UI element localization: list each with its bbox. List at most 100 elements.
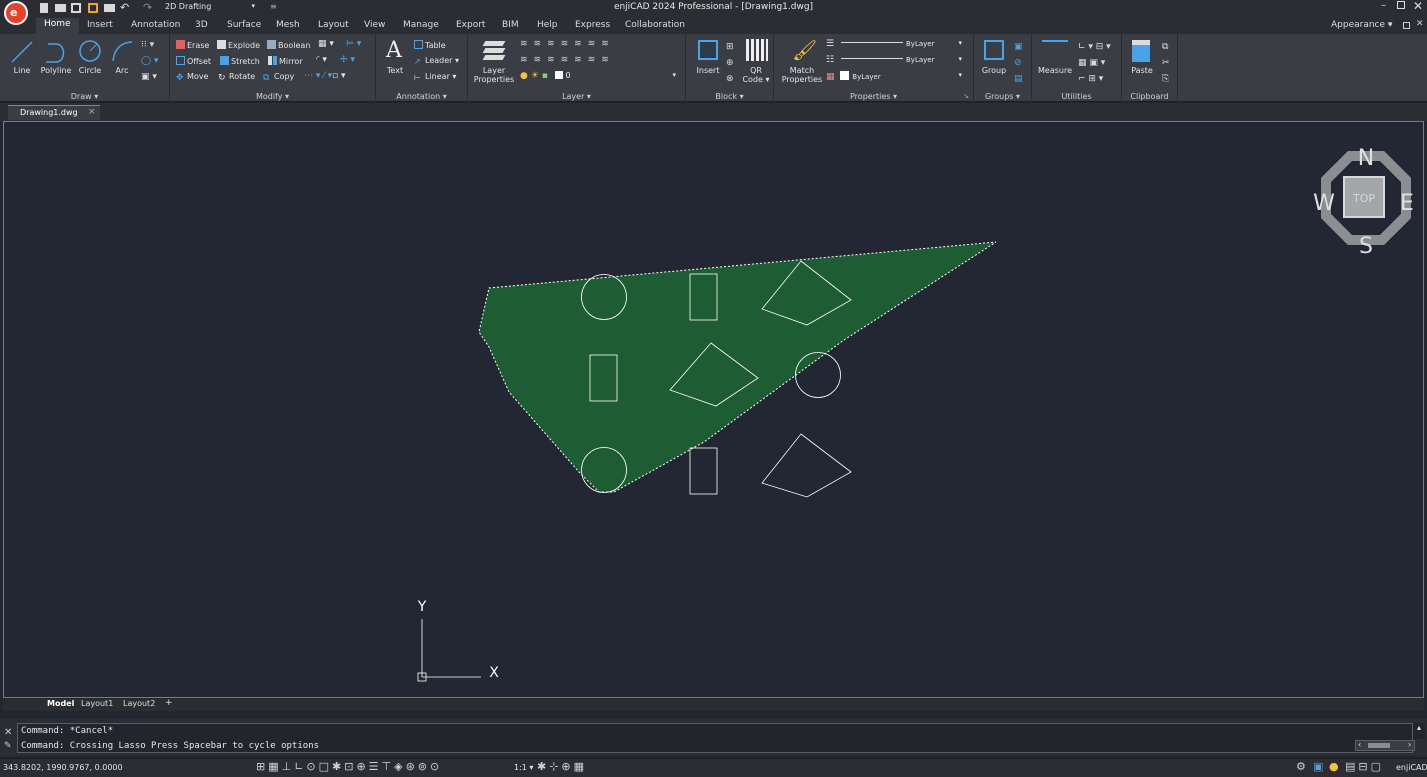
annotation-toggles[interactable]: ✱⊹⊕▦ (537, 760, 587, 773)
lock-ui-icon[interactable]: ▣ (1313, 760, 1323, 773)
horizontal-scrollbar[interactable]: ‹ › (1355, 740, 1415, 751)
scroll-thumb[interactable] (1368, 743, 1390, 748)
tab-layout[interactable]: Layout (318, 20, 349, 30)
panel-title-clipboard[interactable]: Clipboard (1122, 92, 1177, 101)
explode-button[interactable]: Explode (217, 40, 260, 50)
qr-code-button[interactable]: QR Code ▾ (742, 66, 770, 84)
hatch-icon[interactable]: ⁝⁝ ▾ (141, 40, 154, 50)
layer-properties-button[interactable]: Layer Properties (472, 66, 516, 84)
panel-title-properties[interactable]: Properties ▾ (774, 92, 973, 101)
doc-tab-drawing1[interactable]: Drawing1.dwg × (8, 105, 100, 120)
tab-view[interactable]: View (364, 20, 385, 30)
tab-collaboration[interactable]: Collaboration (625, 20, 685, 30)
leader-button[interactable]: ↗ Leader ▾ (414, 56, 459, 66)
scroll-right-icon[interactable]: › (1408, 740, 1411, 749)
trim-icon[interactable]: ✢ ▾ (340, 55, 355, 65)
array-icon[interactable]: ▦ ▾ (318, 39, 334, 49)
align-icon[interactable]: ⊨ ▾ (346, 39, 361, 49)
quad-entity-3[interactable] (761, 433, 852, 498)
panel-title-utilities[interactable]: Utilities (1032, 92, 1121, 101)
scroll-left-icon[interactable]: ‹ (1358, 740, 1361, 749)
layer-tools-row-1[interactable]: ≋≋≋≋≋≋≋ (520, 39, 615, 49)
utility-tools[interactable]: ∟ ▾ ⊟ ▾ ▦ ▣ ▾ ⌐ ⊞ ▾ (1078, 39, 1111, 87)
panel-title-layer[interactable]: Layer ▾ (468, 92, 685, 101)
linetype-dropdown[interactable]: ☰ ByLayer ▾ (826, 39, 966, 51)
close-icon[interactable]: ✕ (4, 727, 12, 738)
clipboard-tools[interactable]: ⧉ ✂ ⎘ (1162, 39, 1170, 87)
scale-icon[interactable]: ⋯ ▾ ⁄ ▾ (304, 71, 332, 81)
tab-express[interactable]: Express (575, 20, 610, 30)
circle-entity-2[interactable] (795, 352, 841, 398)
panel-title-block[interactable]: Block ▾ (686, 92, 773, 101)
close-doc-icon[interactable]: ✕ (1416, 19, 1424, 29)
command-history[interactable]: Command: *Cancel* Command: Crossing Lass… (17, 723, 1413, 753)
tab-manage[interactable]: Manage (403, 20, 439, 30)
compass-south[interactable]: S (1359, 234, 1373, 259)
panel-title-annotation[interactable]: Annotation ▾ (376, 92, 467, 101)
tab-help[interactable]: Help (537, 20, 558, 30)
boolean-button[interactable]: Boolean (267, 40, 310, 50)
close-button[interactable]: ✕ (1413, 0, 1423, 13)
tab-model[interactable]: Model (47, 699, 74, 708)
rectangle-icon[interactable]: ▣ ▾ (141, 72, 157, 82)
arc-button[interactable]: Arc (108, 66, 136, 75)
ellipse-icon[interactable]: ◯ ▾ (141, 56, 158, 66)
line-button[interactable]: Line (6, 66, 38, 75)
measure-button[interactable]: Measure (1036, 66, 1074, 75)
minimize-button[interactable]: – (1381, 0, 1386, 11)
tab-surface[interactable]: Surface (227, 20, 261, 30)
rect-entity-3[interactable] (689, 447, 718, 495)
add-layout-button[interactable]: + (165, 698, 173, 708)
linear-button[interactable]: ⊢ Linear ▾ (414, 72, 456, 82)
stretch-button[interactable]: Stretch (220, 56, 260, 66)
minimize-ribbon-icon[interactable]: – (1388, 20, 1393, 30)
compass-north[interactable]: N (1358, 146, 1374, 171)
tab-layout2[interactable]: Layout2 (123, 699, 155, 708)
panel-title-groups[interactable]: Groups ▾ (974, 92, 1031, 101)
appearance-dropdown[interactable]: Appearance ▾ (1331, 20, 1392, 30)
group-tools[interactable]: ▣ ⊘ ▤ (1014, 39, 1023, 87)
insert-button[interactable]: Insert (692, 66, 724, 75)
color-dropdown[interactable]: ▦ ByLayer ▾ (826, 71, 966, 83)
drafting-toggles[interactable]: ⊞▦⊥∟⊙□✱⊡⊕☰⊤◈⊛⊚⊙ (256, 760, 442, 773)
annotation-scale[interactable]: 1:1 ▾ (514, 763, 533, 772)
layer-dropdown[interactable]: ● ☀ ▪ 0 ▾ (520, 71, 680, 83)
tab-mesh[interactable]: Mesh (276, 20, 300, 30)
mirror-button[interactable]: Mirror (268, 56, 303, 66)
copy-button[interactable]: ⧉ Copy (263, 72, 294, 83)
properties-launcher-icon[interactable]: ↘ (963, 92, 969, 100)
group-button[interactable]: Group (980, 66, 1008, 75)
compass-east[interactable]: E (1400, 191, 1414, 216)
match-properties-button[interactable]: Match Properties (778, 66, 826, 84)
chevron-up-icon[interactable]: ▴ (1413, 723, 1425, 739)
drawing-canvas[interactable]: Y X TOP N S E W (3, 121, 1424, 698)
tab-bim[interactable]: BIM (502, 20, 519, 30)
paste-button[interactable]: Paste (1126, 66, 1158, 75)
layer-tools-row-2[interactable]: ≋≋≋≋≋≋≋ (520, 55, 615, 65)
status-tools[interactable]: ▤⊟▢ (1345, 760, 1384, 773)
compass-west[interactable]: W (1313, 191, 1335, 216)
gear-icon[interactable]: ⚙ (1296, 760, 1309, 773)
text-button[interactable]: Text (382, 66, 408, 75)
tab-home[interactable]: Home (36, 18, 79, 34)
rotate-button[interactable]: ↻ Rotate (218, 72, 255, 83)
polyline-button[interactable]: Polyline (38, 66, 74, 75)
panel-title-draw[interactable]: Draw ▾ (0, 92, 169, 101)
tab-3d[interactable]: 3D (195, 20, 208, 30)
panel-title-modify[interactable]: Modify ▾ (170, 92, 375, 101)
close-icon[interactable]: × (88, 107, 96, 117)
tab-export[interactable]: Export (456, 20, 485, 30)
restore-doc-icon[interactable] (1403, 22, 1410, 29)
block-tools[interactable]: ⊞ ⊕ ⊗ (726, 39, 734, 87)
circle-button[interactable]: Circle (74, 66, 106, 75)
table-button[interactable]: Table (414, 40, 446, 50)
offset-button[interactable]: Offset (176, 56, 211, 66)
lightbulb-icon[interactable]: ● (1329, 760, 1339, 773)
lineweight-dropdown[interactable]: ☷ ByLayer ▾ (826, 55, 966, 67)
erase-button[interactable]: Erase (176, 40, 209, 50)
tab-layout1[interactable]: Layout1 (81, 699, 113, 708)
tab-insert[interactable]: Insert (87, 20, 113, 30)
restore-button[interactable] (1397, 1, 1405, 9)
tab-annotation[interactable]: Annotation (131, 20, 180, 30)
break-icon[interactable]: ▫ ▾ (332, 71, 345, 81)
